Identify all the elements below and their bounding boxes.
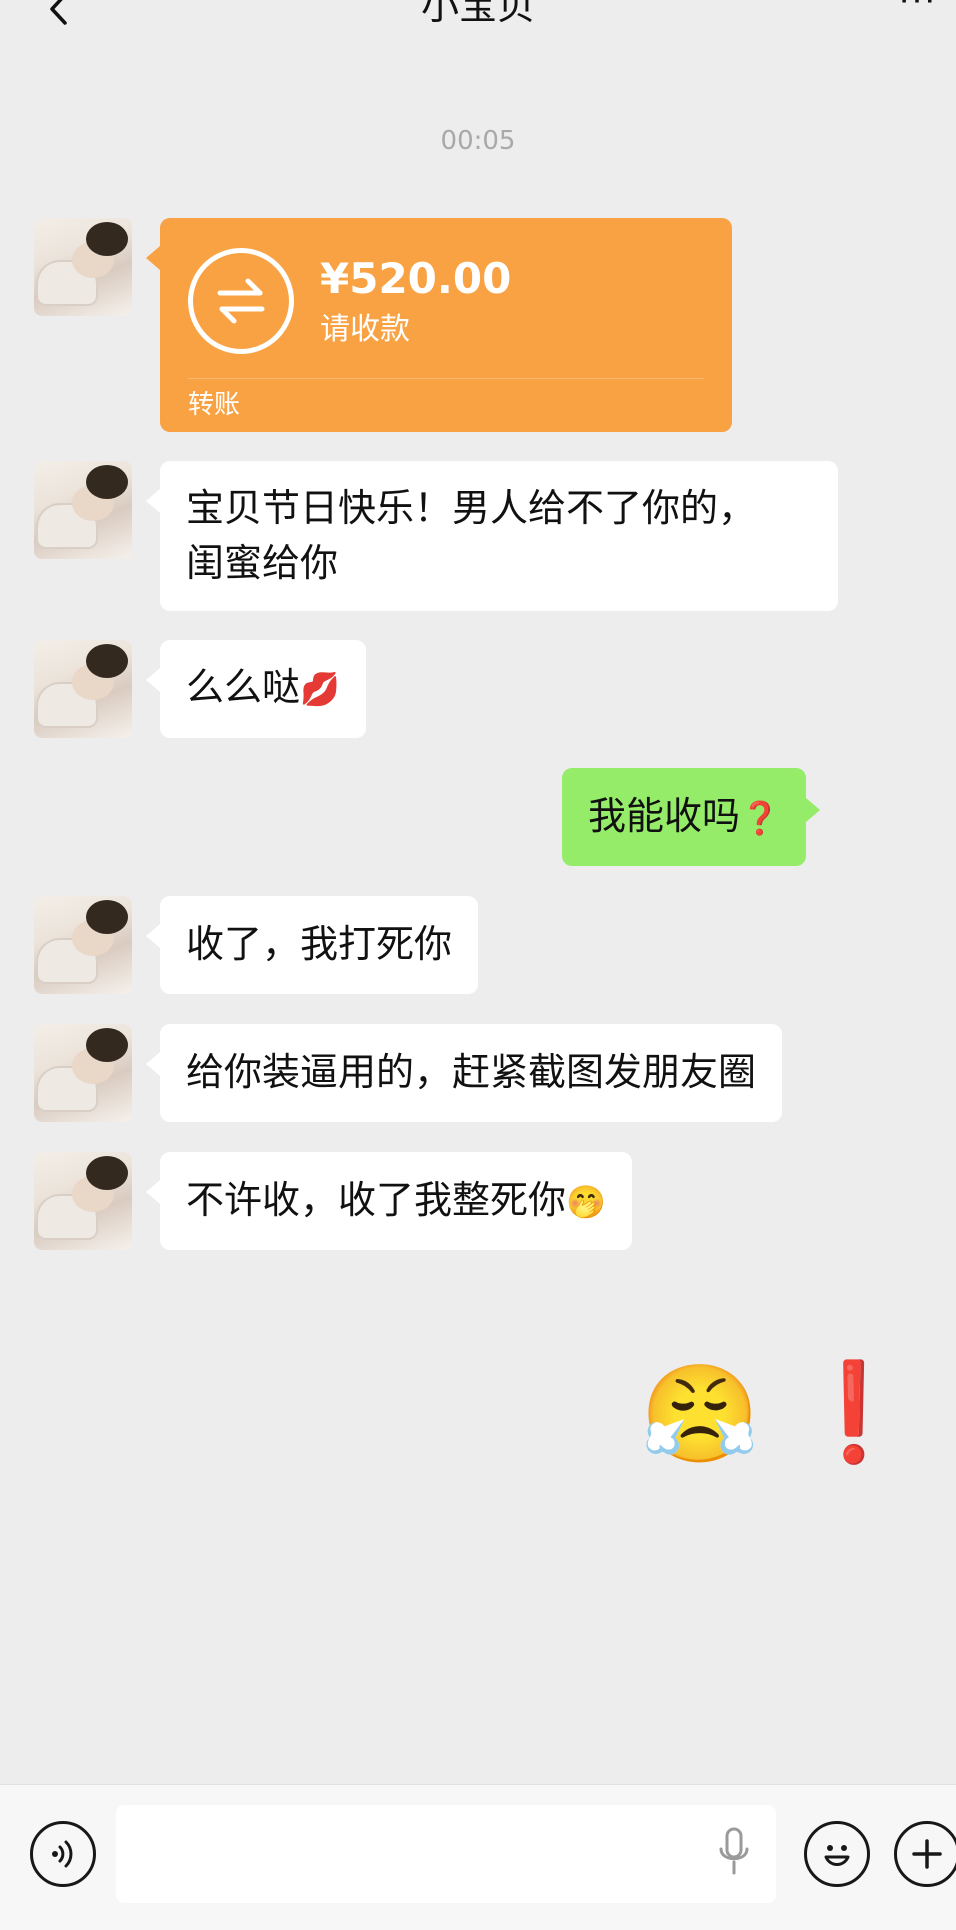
contact-avatar[interactable] (34, 896, 132, 994)
red-question-mark-icon: ❓ (740, 799, 780, 837)
transfer-amount: ¥520.00 (320, 254, 512, 303)
contact-avatar[interactable] (34, 461, 132, 559)
emoji-icon (824, 1845, 850, 1866)
message-text: 给你装逼用的，赶紧截图发朋友圈 (186, 1050, 757, 1094)
transfer-icon (188, 248, 294, 354)
outgoing-message-bubble[interactable]: 我能收吗❓ (562, 768, 820, 866)
transfer-divider (188, 378, 704, 379)
contact-avatar[interactable] (34, 1024, 132, 1122)
microphone-icon (719, 1827, 749, 1875)
transfer-card[interactable]: ¥520.00 请收款 转账 (146, 218, 732, 432)
incoming-message-bubble[interactable]: 给你装逼用的，赶紧截图发朋友圈 (145, 1024, 783, 1122)
voice-mode-button[interactable] (30, 1821, 96, 1887)
message-text: 收了，我打死你 (186, 922, 453, 966)
more-actions-button[interactable] (894, 1821, 956, 1887)
face-with-steam-icon: 😤 (640, 1358, 760, 1470)
voice-mode-icon (52, 1840, 73, 1868)
chat-header: 小宝贝 ··· (0, 0, 956, 40)
transfer-status: 请收款 (320, 312, 410, 347)
message-text-line: 闺蜜给你 (186, 541, 339, 585)
message-text: 我能收吗 (588, 794, 741, 838)
incoming-message-bubble[interactable]: 收了，我打死你 (145, 896, 479, 994)
incoming-message-bubble[interactable]: 么么哒💋 (146, 640, 366, 738)
more-options-button[interactable]: ··· (890, 0, 946, 20)
plus-icon (912, 1839, 942, 1869)
incoming-message-bubble[interactable]: 不许收，收了我整死你🤭 (146, 1152, 632, 1250)
message-text: 不许收，收了我整死你 (186, 1178, 567, 1222)
contact-avatar[interactable] (34, 218, 132, 316)
microphone-button[interactable] (712, 1819, 756, 1883)
transfer-label: 转账 (188, 390, 241, 420)
kiss-lips-icon: 💋 (300, 670, 340, 708)
red-exclamation-icon: ❗ (794, 1356, 914, 1468)
hand-over-mouth-face-icon: 🤭 (566, 1183, 606, 1221)
contact-avatar[interactable] (34, 640, 132, 738)
message-text-input[interactable] (116, 1805, 776, 1903)
incoming-message-bubble[interactable]: 宝贝节日快乐！男人给不了你的， 闺蜜给你 (146, 461, 838, 611)
emoji-button[interactable] (804, 1821, 870, 1887)
message-text: 么么哒 (186, 665, 301, 709)
message-text-line: 宝贝节日快乐！男人给不了你的， (186, 486, 757, 530)
chat-title: 小宝贝 (420, 0, 535, 28)
chat-screen: 小宝贝 ··· 00:05 ¥520.00 请收款 转账 宝贝节日快乐！男人给不… (0, 0, 956, 1930)
message-timestamp: 00:05 (440, 126, 516, 156)
contact-avatar[interactable] (34, 1152, 132, 1250)
message-input-bar (0, 1784, 956, 1930)
